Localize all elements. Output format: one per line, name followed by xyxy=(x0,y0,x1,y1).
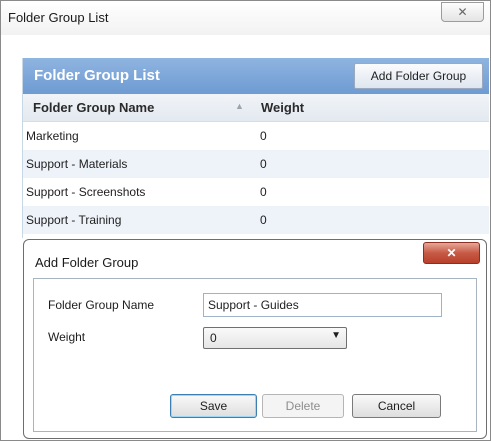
weight-label: Weight xyxy=(48,330,86,344)
weight-select[interactable]: 0 ▼ xyxy=(203,327,347,349)
column-header-folder-group-name[interactable]: Folder Group Name xyxy=(33,100,154,115)
cell-weight: 0 xyxy=(260,129,267,143)
window-title: Folder Group List xyxy=(8,10,109,25)
sort-ascending-icon[interactable]: ▲ xyxy=(235,101,244,111)
dialog-title: Add Folder Group xyxy=(35,255,139,270)
dialog-form: Folder Group Name Weight 0 ▼ Save Delete… xyxy=(33,278,477,432)
cell-weight: 0 xyxy=(260,213,267,227)
add-folder-group-dialog: Add Folder Group ✕ Folder Group Name Wei… xyxy=(23,239,487,439)
cell-folder-group-name: Support - Screenshots xyxy=(26,185,146,199)
cancel-button[interactable]: Cancel xyxy=(352,394,441,418)
folder-group-list-panel: Folder Group List Add Folder Group Folde… xyxy=(22,58,489,238)
cell-folder-group-name: Support - Materials xyxy=(26,157,128,171)
cell-weight: 0 xyxy=(260,157,267,171)
cell-folder-group-name: Marketing xyxy=(26,129,79,143)
folder-group-name-input[interactable] xyxy=(203,293,442,317)
table-row[interactable]: Support - Materials 0 xyxy=(23,150,489,178)
add-folder-group-button[interactable]: Add Folder Group xyxy=(354,63,483,89)
close-icon: ✕ xyxy=(457,5,468,19)
weight-select-value: 0 xyxy=(210,331,217,345)
window-titlebar: Folder Group List ✕ xyxy=(1,1,490,35)
folder-group-name-label: Folder Group Name xyxy=(48,298,155,312)
close-icon: ✕ xyxy=(446,246,457,260)
dropdown-arrow-icon: ▼ xyxy=(331,330,341,341)
dialog-close-button[interactable]: ✕ xyxy=(423,242,480,264)
column-header-row: Folder Group Name ▲ Weight xyxy=(23,94,489,122)
table-row[interactable]: Support - Screenshots 0 xyxy=(23,178,489,206)
column-header-weight[interactable]: Weight xyxy=(261,100,304,115)
panel-title: Folder Group List xyxy=(34,67,160,84)
cell-folder-group-name: Support - Training xyxy=(26,213,122,227)
save-button[interactable]: Save xyxy=(170,394,257,418)
cell-weight: 0 xyxy=(260,185,267,199)
window-close-button[interactable]: ✕ xyxy=(441,2,484,22)
panel-header: Folder Group List Add Folder Group xyxy=(23,58,489,94)
folder-group-list-window: Folder Group List ✕ Folder Group List Ad… xyxy=(0,0,491,441)
table-row[interactable]: Support - Training 0 xyxy=(23,206,489,234)
table-row[interactable]: Marketing 0 xyxy=(23,122,489,150)
delete-button[interactable]: Delete xyxy=(262,394,344,418)
